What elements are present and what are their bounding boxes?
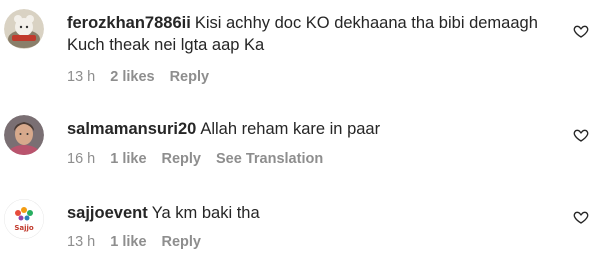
heart-outline-icon[interactable] [573,127,589,143]
reply-button[interactable]: Reply [162,233,202,251]
avatar[interactable]: Sajjo [4,199,44,239]
comment-text-block: ferozkhan7886ii Kisi achhy doc KO dekhaan… [67,12,560,56]
comment-time: 16 h [67,151,96,167]
comment-meta: 13 h 2 likes Reply [67,68,224,86]
see-translation-button[interactable]: See Translation [216,150,323,168]
avatar[interactable] [4,9,44,49]
heart-outline-icon[interactable] [573,209,589,225]
comment-time: 13 h [67,69,96,85]
avatar-logo-text: Sajjo [14,224,34,232]
comment-likes[interactable]: 1 like [110,150,146,168]
comments-thread: ferozkhan7886ii Kisi achhy doc KO dekhaan… [0,0,596,269]
comment-username[interactable]: sajjoevent [67,204,148,222]
comment-meta: 16 h 1 like Reply See Translation [67,150,338,168]
comment-username[interactable]: ferozkhan7886ii [67,14,191,32]
comment-text-block: salmamansuri20 Allah reham kare in paar [67,118,560,140]
comment-text: Ya km baki tha [151,204,260,222]
avatar[interactable] [4,115,44,155]
comment-likes[interactable]: 1 like [110,233,146,251]
reply-button[interactable]: Reply [170,68,210,86]
comment-username[interactable]: salmamansuri20 [67,120,196,138]
heart-outline-icon[interactable] [573,23,589,39]
comment-time: 13 h [67,234,96,250]
comment-meta: 13 h 1 like Reply [67,233,216,251]
comment-likes[interactable]: 2 likes [110,68,154,86]
comment-text: Allah reham kare in paar [200,120,381,138]
comment-text-block: sajjoevent Ya km baki tha [67,202,560,224]
reply-button[interactable]: Reply [162,150,202,168]
